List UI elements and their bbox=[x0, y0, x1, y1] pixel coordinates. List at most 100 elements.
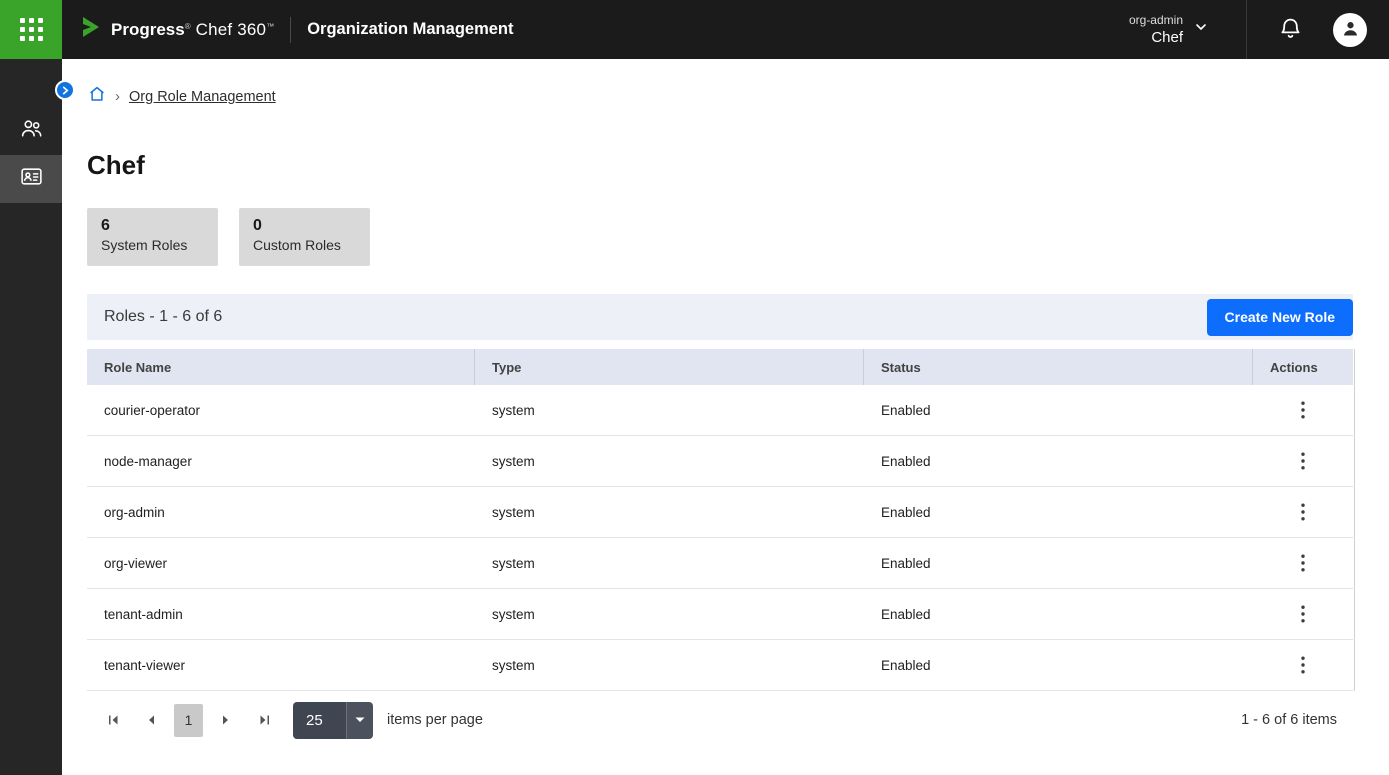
row-actions-menu-button[interactable] bbox=[1289, 651, 1317, 679]
table-row: courier-operator system Enabled bbox=[87, 385, 1353, 436]
sidebar-item-users[interactable] bbox=[0, 107, 62, 155]
role-status-cell: Enabled bbox=[864, 658, 1253, 673]
page-title: Chef bbox=[87, 150, 1389, 181]
sidebar-expand-button[interactable] bbox=[55, 80, 75, 100]
org-role-label: org-admin bbox=[1129, 12, 1183, 28]
roles-table: Role Name Type Status Actions courier-op… bbox=[87, 349, 1353, 691]
brand-secondary: Chef 360 bbox=[196, 20, 267, 40]
breadcrumb-separator: › bbox=[115, 89, 120, 104]
role-status-cell: Enabled bbox=[864, 454, 1253, 469]
app-title: Organization Management bbox=[307, 20, 513, 39]
row-actions-cell bbox=[1253, 651, 1353, 679]
breadcrumb-home-link[interactable] bbox=[88, 85, 106, 108]
table-body: courier-operator system Enabled node-man… bbox=[87, 385, 1353, 691]
table-row: org-viewer system Enabled bbox=[87, 538, 1353, 589]
page-size-value: 25 bbox=[293, 712, 346, 729]
progress-logo-icon bbox=[79, 15, 103, 44]
sidebar bbox=[0, 59, 62, 775]
column-header-type: Type bbox=[475, 349, 864, 385]
app-launcher-button[interactable] bbox=[0, 0, 62, 59]
role-name-cell: node-manager bbox=[87, 454, 475, 469]
table-header-row: Role Name Type Status Actions bbox=[87, 349, 1353, 385]
chevron-down-icon bbox=[1194, 20, 1208, 39]
role-status-cell: Enabled bbox=[864, 505, 1253, 520]
row-actions-menu-button[interactable] bbox=[1289, 549, 1317, 577]
column-header-status: Status bbox=[864, 349, 1253, 385]
notifications-button[interactable] bbox=[1278, 16, 1303, 44]
table-row: node-manager system Enabled bbox=[87, 436, 1353, 487]
table-row: org-admin system Enabled bbox=[87, 487, 1353, 538]
chevron-right-icon bbox=[61, 83, 70, 98]
role-status-cell: Enabled bbox=[864, 556, 1253, 571]
sidebar-item-org-roles[interactable] bbox=[0, 155, 62, 203]
breadcrumb-current-link[interactable]: Org Role Management bbox=[129, 89, 276, 105]
dropdown-caret-icon bbox=[346, 702, 373, 739]
stats-row: 6 System Roles 0 Custom Roles bbox=[87, 208, 1389, 266]
grid-menu-icon bbox=[20, 18, 43, 41]
role-type-cell: system bbox=[475, 505, 864, 520]
row-actions-cell bbox=[1253, 600, 1353, 628]
role-name-cell: org-admin bbox=[87, 505, 475, 520]
custom-roles-count: 0 bbox=[253, 216, 356, 236]
role-name-cell: tenant-viewer bbox=[87, 658, 475, 673]
role-name-cell: courier-operator bbox=[87, 403, 475, 418]
row-actions-cell bbox=[1253, 396, 1353, 424]
create-new-role-button[interactable]: Create New Role bbox=[1207, 299, 1353, 336]
stat-card-system-roles: 6 System Roles bbox=[87, 208, 218, 266]
row-actions-menu-button[interactable] bbox=[1289, 498, 1317, 526]
custom-roles-label: Custom Roles bbox=[253, 236, 356, 255]
role-status-cell: Enabled bbox=[864, 403, 1253, 418]
items-range-label: 1 - 6 of 6 items bbox=[1241, 712, 1353, 728]
brand-tm-mark: ™ bbox=[266, 22, 274, 31]
org-name-label: Chef bbox=[1151, 28, 1183, 47]
roles-panel-header: Roles - 1 - 6 of 6 Create New Role bbox=[87, 294, 1353, 340]
items-per-page-label: items per page bbox=[387, 712, 483, 728]
row-actions-cell bbox=[1253, 549, 1353, 577]
row-actions-menu-button[interactable] bbox=[1289, 396, 1317, 424]
last-page-button[interactable] bbox=[249, 704, 279, 736]
topbar-separator bbox=[1246, 0, 1247, 59]
next-page-button[interactable] bbox=[211, 704, 241, 736]
topbar: Progress ® Chef 360 ™ Organization Manag… bbox=[0, 0, 1389, 59]
users-icon bbox=[19, 116, 44, 146]
pagination-bar: 1 25 items per page 1 - 6 of 6 items bbox=[87, 691, 1353, 749]
stat-card-custom-roles: 0 Custom Roles bbox=[239, 208, 370, 266]
role-type-cell: system bbox=[475, 607, 864, 622]
row-actions-cell bbox=[1253, 498, 1353, 526]
topbar-right: org-admin Chef bbox=[1129, 0, 1389, 59]
user-icon bbox=[1340, 18, 1361, 42]
system-roles-label: System Roles bbox=[101, 236, 204, 255]
role-type-cell: system bbox=[475, 658, 864, 673]
topbar-brand-divider bbox=[290, 17, 291, 43]
role-status-cell: Enabled bbox=[864, 607, 1253, 622]
table-row: tenant-viewer system Enabled bbox=[87, 640, 1353, 691]
role-name-cell: org-viewer bbox=[87, 556, 475, 571]
table-row: tenant-admin system Enabled bbox=[87, 589, 1353, 640]
row-actions-menu-button[interactable] bbox=[1289, 447, 1317, 475]
role-type-cell: system bbox=[475, 556, 864, 571]
brand-reg-mark: ® bbox=[185, 22, 191, 31]
column-header-actions: Actions bbox=[1253, 349, 1353, 385]
first-page-button[interactable] bbox=[98, 704, 128, 736]
page-size-dropdown[interactable]: 25 bbox=[293, 702, 373, 739]
brand: Progress ® Chef 360 ™ bbox=[79, 15, 274, 44]
org-switcher[interactable]: org-admin Chef bbox=[1129, 12, 1208, 47]
role-type-cell: system bbox=[475, 403, 864, 418]
role-name-cell: tenant-admin bbox=[87, 607, 475, 622]
bell-icon bbox=[1278, 16, 1303, 44]
role-badge-icon bbox=[19, 164, 44, 194]
user-avatar-button[interactable] bbox=[1333, 13, 1367, 47]
row-actions-menu-button[interactable] bbox=[1289, 600, 1317, 628]
previous-page-button[interactable] bbox=[136, 704, 166, 736]
column-header-role-name: Role Name bbox=[87, 349, 475, 385]
breadcrumb: › Org Role Management bbox=[62, 59, 1389, 108]
roles-panel-title: Roles - 1 - 6 of 6 bbox=[104, 308, 222, 326]
system-roles-count: 6 bbox=[101, 216, 204, 236]
roles-panel: Roles - 1 - 6 of 6 Create New Role Role … bbox=[87, 294, 1353, 749]
brand-primary: Progress bbox=[111, 20, 185, 40]
current-page-button[interactable]: 1 bbox=[174, 704, 203, 737]
role-type-cell: system bbox=[475, 454, 864, 469]
scrollbar-track bbox=[1354, 349, 1355, 691]
main-content: › Org Role Management Chef 6 System Role… bbox=[62, 59, 1389, 775]
home-icon bbox=[88, 85, 106, 108]
